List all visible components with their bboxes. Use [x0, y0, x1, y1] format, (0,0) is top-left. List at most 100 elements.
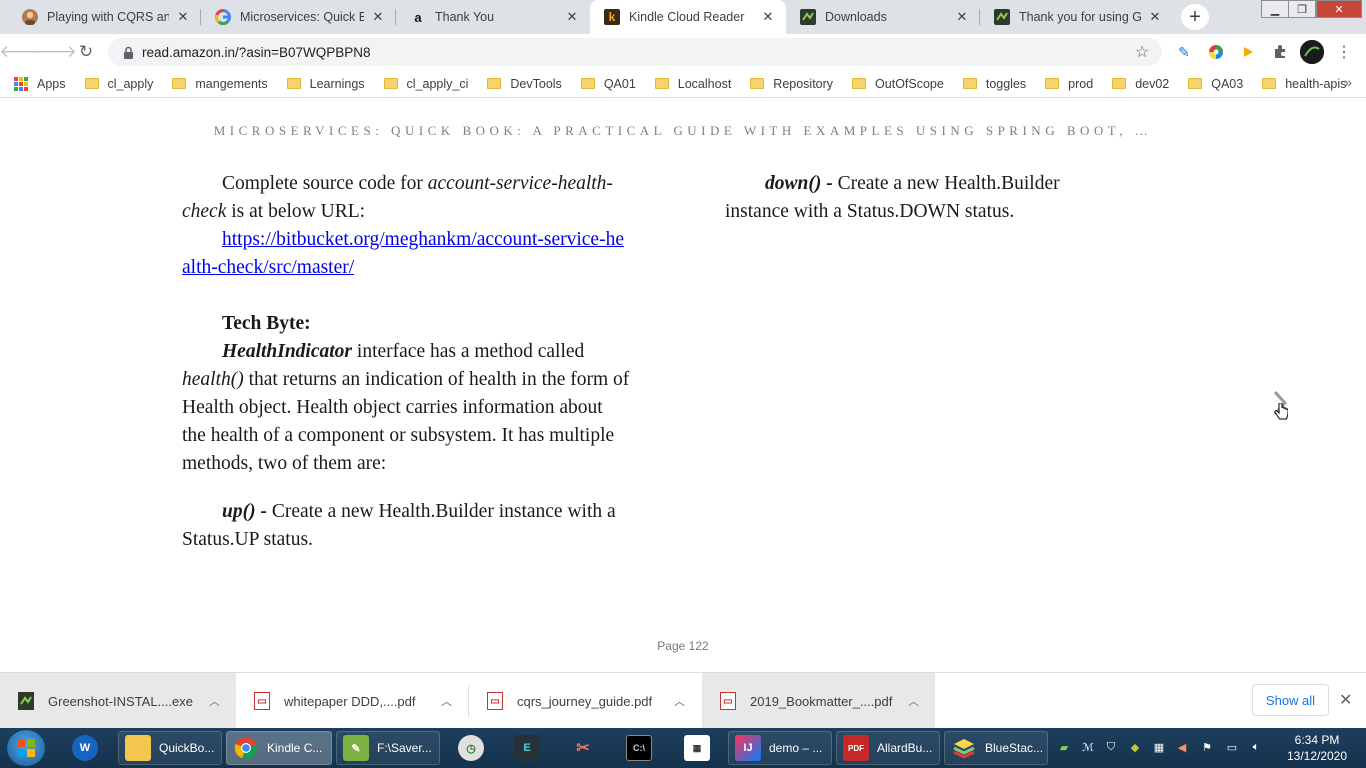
folder-icon: [580, 78, 595, 89]
bookmark-folder[interactable]: QA01: [580, 77, 636, 91]
start-button[interactable]: [6, 729, 46, 767]
bookmark-folder[interactable]: Repository: [750, 77, 833, 91]
browser-toolbar: 🡐 🡒 ↻ read.amazon.in/?asin=B07WQPBPN8 ☆ …: [0, 34, 1366, 70]
system-clock[interactable]: 6:34 PM 13/12/2020: [1283, 732, 1351, 764]
shield-icon[interactable]: ⛉: [1103, 739, 1119, 755]
tab-title: Downloads: [825, 10, 887, 24]
source-code-link[interactable]: https://bitbucket.org/meghankm/account-s…: [182, 229, 624, 278]
folder-icon: [1045, 78, 1060, 89]
download-filename: 2019_Bookmatter_....pdf: [750, 693, 893, 709]
bookmark-folder[interactable]: Learnings: [286, 76, 365, 91]
close-icon[interactable]: ✕: [564, 9, 580, 25]
bookmark-folder[interactable]: health-apis: [1262, 77, 1346, 91]
tab-microservices[interactable]: Microservices: Quick Boo ✕: [201, 0, 396, 34]
new-tab-button[interactable]: +: [1181, 4, 1209, 30]
tab-kindle-cloud-reader[interactable]: k Kindle Cloud Reader ✕: [590, 0, 786, 34]
chevron-double-right-icon[interactable]: »: [1344, 74, 1352, 90]
taskbar-label: BlueStac...: [985, 741, 1044, 755]
close-icon[interactable]: ✕: [954, 9, 970, 25]
address-bar[interactable]: read.amazon.in/?asin=B07WQPBPN8 ☆: [108, 38, 1162, 66]
color-wheel-icon[interactable]: [1206, 42, 1226, 62]
taskbar-item-intellij[interactable]: IJ demo – ...: [728, 731, 832, 765]
kindle-icon: k: [604, 9, 620, 25]
bookmark-folder[interactable]: Localhost: [654, 77, 731, 91]
bookmark-folder[interactable]: prod: [1045, 77, 1093, 91]
forward-button[interactable]: 🡒: [31, 38, 77, 66]
reload-button[interactable]: ↻: [72, 38, 100, 66]
display-icon[interactable]: ▭: [1224, 739, 1240, 755]
bookmark-label: health-apis: [1285, 76, 1347, 91]
menu-kebab-icon[interactable]: ⋮: [1334, 42, 1354, 62]
taskbar-label: QuickBo...: [159, 741, 215, 755]
folder-icon: [487, 78, 502, 89]
chevron-up-icon[interactable]: ︿: [441, 693, 452, 709]
close-icon[interactable]: ✕: [370, 9, 386, 25]
calendar-icon: ▦: [684, 735, 710, 761]
clock-date: 13/12/2020: [1286, 749, 1348, 763]
hand-cursor-icon: [1274, 402, 1289, 428]
tray-app-icon[interactable]: ℳ: [1080, 739, 1096, 755]
folder-icon: [1112, 78, 1127, 89]
taskbar-pinned-app[interactable]: ▦: [678, 731, 714, 765]
arrow-right-icon: 🡒: [31, 42, 77, 61]
download-item[interactable]: ▭ whitepaper DDD,....pdf ︿: [236, 673, 468, 729]
maximize-button[interactable]: ❐: [1288, 0, 1316, 18]
bookmark-folder[interactable]: OutOfScope: [852, 77, 944, 91]
bookmark-apps[interactable]: Apps: [14, 76, 66, 91]
flag-icon[interactable]: ⚑: [1199, 739, 1215, 755]
download-item[interactable]: Greenshot-INSTAL....exe ︿: [0, 673, 236, 729]
eyedropper-icon[interactable]: ✎: [1174, 42, 1194, 62]
tab-thank-you[interactable]: a Thank You ✕: [396, 0, 590, 34]
profile-avatar[interactable]: [1300, 40, 1324, 64]
close-icon[interactable]: ✕: [1147, 9, 1163, 25]
bookmark-folder[interactable]: toggles: [962, 77, 1026, 91]
tab-title: Thank You: [435, 10, 495, 24]
close-icon[interactable]: ✕: [1339, 690, 1352, 710]
tab-title: Thank you for using Gre: [1019, 10, 1141, 24]
method-name: up() -: [222, 501, 267, 522]
windows-logo-icon: [17, 739, 35, 757]
taskbar-item-saver[interactable]: ✎ F:\Saver...: [336, 731, 440, 765]
tab-cqrs[interactable]: Playing with CQRS and E ✕: [8, 0, 201, 34]
bookmark-star-icon[interactable]: ☆: [1128, 42, 1156, 62]
taskbar-pinned-app[interactable]: E: [508, 731, 544, 765]
download-item[interactable]: ▭ 2019_Bookmatter_....pdf ︿: [702, 673, 935, 729]
bookmark-folder[interactable]: mangements: [172, 77, 268, 91]
chevron-up-icon[interactable]: ︿: [908, 693, 919, 709]
bookmark-folder[interactable]: DevTools: [487, 77, 562, 91]
taskbar-pinned-app[interactable]: C:\: [620, 731, 656, 765]
taskbar-pinned-app[interactable]: ◷: [452, 731, 488, 765]
taskbar-item-pdf[interactable]: PDF AllardBu...: [836, 731, 940, 765]
taskbar-pinned-app[interactable]: W: [66, 731, 106, 765]
bookmark-folder[interactable]: dev02: [1112, 77, 1169, 91]
network-grid-icon[interactable]: ▦: [1151, 739, 1167, 755]
paragraph-source-code: Complete source code for account-service…: [182, 170, 630, 226]
taskbar-item-chrome[interactable]: Kindle C...: [226, 731, 332, 765]
taskbar-item-explorer[interactable]: QuickBo...: [118, 731, 222, 765]
tab-downloads[interactable]: Downloads ✕: [786, 0, 980, 34]
tab-thank-you-greenshot[interactable]: Thank you for using Gre ✕: [980, 0, 1173, 34]
bookmark-label: Learnings: [309, 76, 365, 91]
play-extension-icon[interactable]: [1238, 42, 1258, 62]
extensions-puzzle-icon[interactable]: [1270, 42, 1290, 62]
bookmark-folder[interactable]: cl_apply_ci: [383, 77, 468, 91]
greenshot-tray-icon[interactable]: ▰: [1056, 739, 1072, 755]
tray-layers-icon[interactable]: ◆: [1127, 739, 1143, 755]
taskbar-pinned-app[interactable]: ✂: [564, 731, 600, 765]
minimize-button[interactable]: ▁: [1261, 0, 1289, 18]
bookmark-folder[interactable]: cl_apply: [84, 77, 153, 91]
taskbar-item-bluestacks[interactable]: BlueStac...: [944, 731, 1048, 765]
kindle-reader-page: MICROSERVICES: QUICK BOOK: A PRACTICAL G…: [0, 98, 1366, 672]
bookmark-folder[interactable]: QA03: [1188, 77, 1243, 91]
close-icon[interactable]: ✕: [760, 9, 776, 25]
close-icon[interactable]: ✕: [175, 9, 191, 25]
volume-icon[interactable]: 🔈︎: [1248, 739, 1264, 755]
window-close-button[interactable]: ✕: [1316, 0, 1362, 18]
download-item[interactable]: ▭ cqrs_journey_guide.pdf ︿: [469, 673, 701, 729]
chevron-up-icon[interactable]: ︿: [674, 693, 685, 709]
speaker-muted-icon[interactable]: ◀: [1174, 739, 1190, 755]
chevron-up-icon[interactable]: ︿: [209, 693, 220, 709]
lock-icon: [114, 46, 142, 59]
show-all-button[interactable]: Show all: [1252, 684, 1329, 716]
